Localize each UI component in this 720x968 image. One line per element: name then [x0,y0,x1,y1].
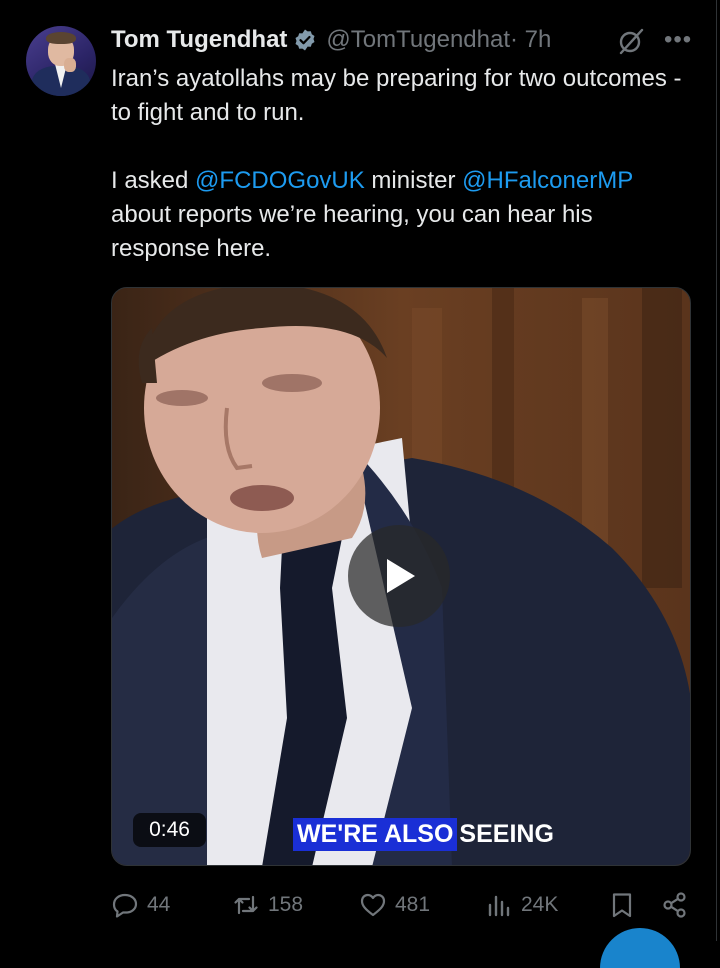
mention-fcdo[interactable]: @FCDOGovUK [195,167,365,194]
caption-rest: SEEING [459,819,554,848]
reply-button[interactable]: 44 [111,888,170,922]
tweet-text-paragraph2: I asked @FCDOGovUK minister @HFalconerMP… [111,164,691,266]
column-divider [716,0,717,941]
repost-count: 158 [268,893,304,916]
play-button[interactable] [348,525,450,627]
views-icon [488,895,510,917]
tweet-time[interactable]: · 7h [510,26,551,54]
bookmark-button[interactable] [608,888,636,922]
caption-highlight: WE'RE ALSO [293,817,458,851]
bookmark-icon [612,893,632,918]
like-count: 481 [395,893,431,916]
tweet-text-part: minister [364,167,463,194]
more-dots-icon[interactable]: ••• [664,28,692,52]
action-bar: 44 158 481 24K [111,888,711,922]
mention-hfalconer[interactable]: @HFalconerMP [462,167,633,194]
compose-button[interactable] [600,928,680,968]
video-duration: 0:46 [133,813,206,847]
views-button[interactable]: 24K [485,888,558,922]
share-button[interactable] [661,888,689,922]
verified-badge-icon[interactable] [293,28,317,52]
reply-icon [112,893,138,918]
repost-icon [234,895,258,915]
play-icon [387,559,415,593]
repost-button[interactable]: 158 [232,888,303,922]
tweet-text-line1: Iran’s ayatollahs may be preparing for t… [111,65,682,126]
tweet-text-part: I asked [111,167,196,194]
author-handle[interactable]: @TomTugendhat [326,26,510,54]
tweet-text-part: about reports we’re hearing, you can hea… [111,201,593,262]
tweet-text: Iran’s ayatollahs may be preparing for t… [111,62,691,266]
heart-icon [360,893,386,917]
share-icon [663,892,686,918]
tweet-header: Tom Tugendhat @TomTugendhat · 7h [111,24,551,56]
like-button[interactable]: 481 [359,888,430,922]
views-count: 24K [521,893,559,916]
avatar[interactable] [26,26,96,96]
video-caption: WE'RE ALSO SEEING [293,813,556,855]
grok-icon[interactable] [616,26,646,56]
author-name[interactable]: Tom Tugendhat [111,26,287,54]
reply-count: 44 [147,893,171,916]
